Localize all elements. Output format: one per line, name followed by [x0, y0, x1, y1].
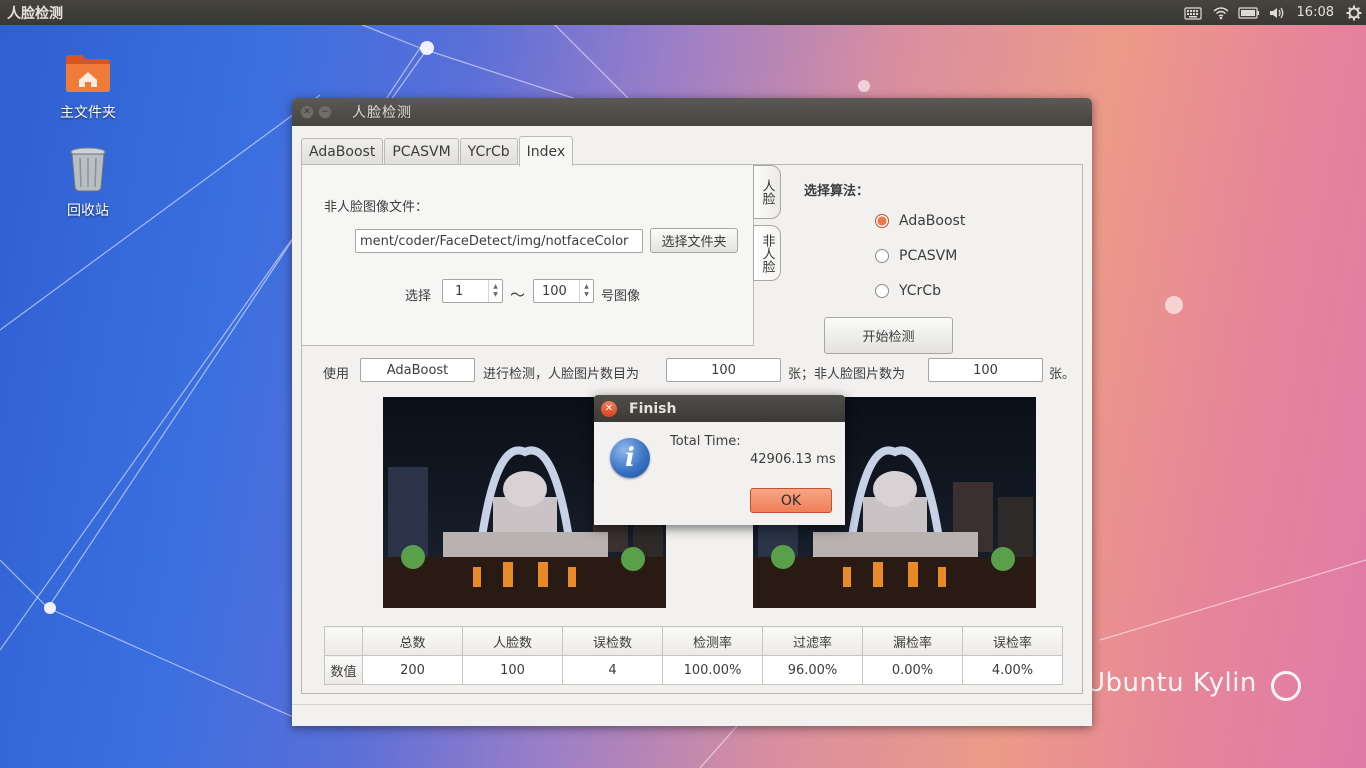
summary-algo-field[interactable]: AdaBoost — [360, 358, 475, 382]
tab-index[interactable]: Index — [518, 136, 574, 166]
nonface-file-label: 非人脸图像文件： — [324, 200, 429, 215]
tab-ycrcb[interactable]: YCrCb — [459, 138, 518, 165]
minimize-icon[interactable]: − — [318, 105, 332, 119]
keyboard-icon[interactable] — [1179, 0, 1207, 25]
radio-pcasvm[interactable]: PCASVM — [875, 248, 957, 264]
range-suffix-label: 号图像 — [601, 289, 641, 304]
close-icon[interactable]: ✕ — [300, 105, 314, 119]
info-icon: i — [610, 438, 650, 478]
table-header: 人脸数 — [462, 626, 563, 656]
dialog-titlebar[interactable]: ✕ Finish — [594, 395, 845, 422]
select-label: 选择 — [405, 289, 432, 304]
range-to-value: 100 — [542, 283, 567, 299]
nonface-count-field[interactable]: 100 — [928, 358, 1043, 382]
radio-label: YCrCb — [899, 283, 941, 299]
window-titlebar[interactable]: ✕ − 人脸检测 — [292, 98, 1092, 126]
face-count-field[interactable]: 100 — [666, 358, 781, 382]
home-folder-icon — [38, 52, 138, 98]
table-header: 误检率 — [962, 626, 1063, 656]
volume-icon[interactable] — [1263, 0, 1291, 25]
side-tab-face[interactable]: 人脸 — [753, 165, 781, 219]
table-header: 过滤率 — [762, 626, 863, 656]
battery-icon[interactable] — [1235, 0, 1263, 25]
tab-adaboost[interactable]: AdaBoost — [301, 138, 384, 165]
table-cell[interactable]: 4.00% — [962, 655, 1063, 685]
status-bar — [292, 704, 1092, 726]
trash-icon — [38, 146, 138, 196]
clock[interactable]: 16:08 — [1297, 5, 1334, 20]
table-cell[interactable]: 4 — [562, 655, 663, 685]
table-cell[interactable]: 200 — [362, 655, 463, 685]
table-header: 漏检率 — [862, 626, 963, 656]
table-header-row: 总数 人脸数 误检数 检测率 过滤率 漏检率 误检率 — [324, 626, 1063, 656]
dialog-message-line1: Total Time: — [670, 434, 741, 449]
table-header: 总数 — [362, 626, 463, 656]
range-separator: ～ — [510, 286, 526, 304]
radio-label: AdaBoost — [899, 213, 966, 229]
radio-label: PCASVM — [899, 248, 958, 264]
range-from-spinbox[interactable]: 1 ▲ ▼ — [442, 279, 503, 303]
side-tab-nonface[interactable]: 非人脸 — [753, 225, 781, 281]
desktop-trash[interactable]: 回收站 — [38, 146, 138, 220]
radio-unchecked-icon — [875, 249, 889, 263]
table-header: 误检数 — [562, 626, 663, 656]
radio-checked-icon — [875, 214, 889, 228]
choose-folder-button[interactable]: 选择文件夹 — [650, 228, 738, 253]
table-cell[interactable]: 100 — [462, 655, 563, 685]
tab-pcasvm[interactable]: PCASVM — [384, 138, 459, 165]
table-cell[interactable]: 100.00% — [662, 655, 763, 685]
dialog-message-line2: 42906.13 ms — [750, 452, 836, 467]
ubuntu-kylin-logo-icon — [1271, 671, 1301, 701]
desktop-icon-label: 回收站 — [67, 203, 109, 219]
spin-arrows-icon[interactable]: ▲ ▼ — [579, 280, 593, 302]
dialog-title: Finish — [629, 400, 677, 417]
summary-use-label: 使用 — [323, 367, 350, 382]
system-tray: 16:08 — [1179, 0, 1366, 25]
algorithm-label: 选择算法： — [804, 184, 870, 199]
close-icon[interactable]: ✕ — [601, 400, 617, 417]
table-cell[interactable]: 0.00% — [862, 655, 963, 685]
desktop-icon-label: 主文件夹 — [60, 105, 116, 121]
range-to-spinbox[interactable]: 100 ▲ ▼ — [533, 279, 594, 303]
radio-adaboost[interactable]: AdaBoost — [875, 213, 965, 229]
wifi-icon[interactable] — [1207, 0, 1235, 25]
start-detect-button[interactable]: 开始检测 — [824, 317, 953, 354]
table-header: 检测率 — [662, 626, 763, 656]
finish-dialog: ✕ Finish i Total Time: 42906.13 ms OK — [594, 395, 845, 525]
desktop-home-folder[interactable]: 主文件夹 — [38, 52, 138, 122]
brand-text: Ubuntu Kylin — [1086, 668, 1257, 698]
summary-mid2-label: 张；非人脸图片数为 — [788, 367, 906, 382]
tab-bar: AdaBoost PCASVM YCrCb Index — [301, 136, 574, 166]
active-app-title: 人脸检测 — [7, 5, 63, 22]
nonface-file-group: 非人脸图像文件： ment/coder/FaceDetect/img/notfa… — [302, 165, 754, 346]
table-row: 数值 200 100 4 100.00% 96.00% 0.00% 4.00% — [324, 655, 1063, 685]
top-panel: 人脸检测 16:08 — [0, 0, 1366, 25]
table-header-corner — [324, 626, 363, 656]
summary-end-label: 张。 — [1049, 367, 1076, 382]
ok-button[interactable]: OK — [750, 488, 832, 513]
radio-ycrcb[interactable]: YCrCb — [875, 283, 941, 299]
spin-arrows-icon[interactable]: ▲ ▼ — [488, 280, 502, 302]
table-cell[interactable]: 96.00% — [762, 655, 863, 685]
range-from-value: 1 — [455, 283, 464, 299]
file-path-input[interactable]: ment/coder/FaceDetect/img/notfaceColor — [355, 229, 643, 253]
gear-icon[interactable] — [1342, 0, 1366, 25]
window-title: 人脸检测 — [352, 105, 412, 121]
radio-unchecked-icon — [875, 284, 889, 298]
summary-mid-label: 进行检测，人脸图片数目为 — [483, 367, 640, 382]
results-table: 总数 人脸数 误检数 检测率 过滤率 漏检率 误检率 数值 200 100 4 … — [324, 626, 1063, 685]
table-row-header: 数值 — [324, 655, 363, 685]
